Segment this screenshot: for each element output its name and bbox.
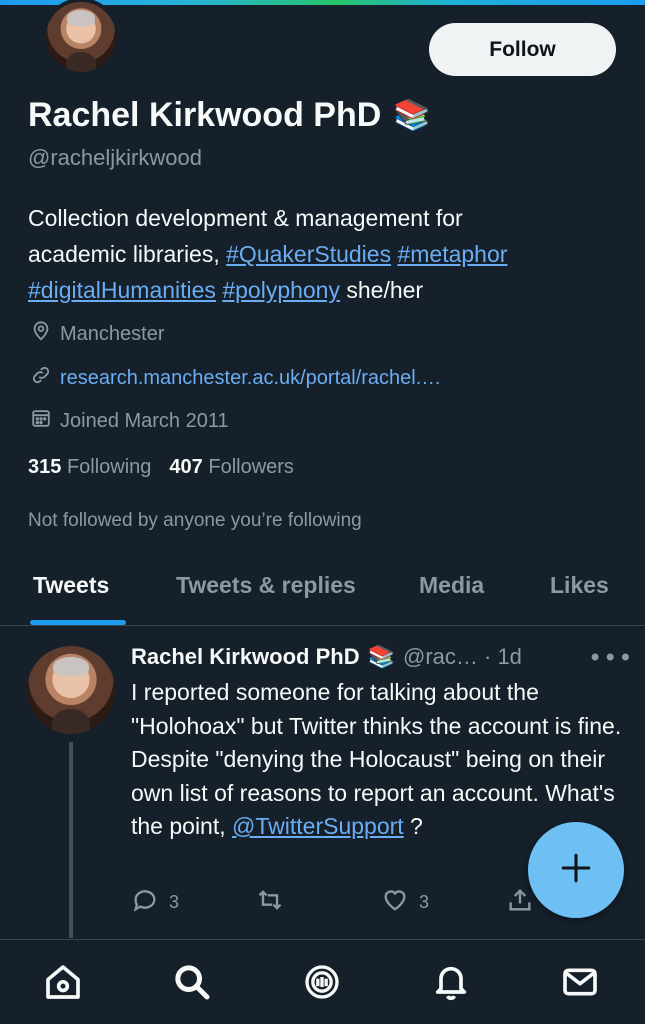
followers-label: Followers [208, 456, 294, 478]
follow-counts: 315 Following 407 Followers [28, 456, 294, 479]
tweet-text: I reported someone for talking about the… [131, 676, 631, 844]
following-count: 315 [28, 456, 62, 478]
follow-button[interactable]: Follow [429, 23, 616, 76]
bio-line-1: Collection development & management for [28, 205, 463, 231]
hashtag-metaphor[interactable]: #metaphor [397, 241, 507, 267]
active-tab-indicator [30, 620, 126, 625]
tweet-avatar[interactable] [27, 646, 115, 734]
reply-icon [131, 886, 159, 919]
share-button[interactable] [506, 886, 534, 919]
messages-icon[interactable] [560, 962, 600, 1002]
map-pin-icon [30, 320, 52, 348]
following-link[interactable]: 315 Following [28, 456, 151, 479]
link-icon [30, 364, 52, 392]
reply-button[interactable]: 3 [131, 886, 179, 919]
like-count: 3 [419, 892, 430, 912]
hashtag-quakerstudies[interactable]: #QuakerStudies [226, 241, 391, 267]
notifications-icon[interactable] [431, 962, 471, 1002]
bio-pronouns: she/her [339, 277, 424, 303]
profile-name: Rachel Kirkwood PhD 📚 [28, 96, 431, 135]
reply-count: 3 [169, 892, 180, 912]
bio-text: academic libraries, [28, 241, 227, 267]
tweet-header: Rachel Kirkwood PhD 📚 @rac… · 1d [131, 644, 522, 670]
tab-tweets[interactable]: Tweets [33, 572, 109, 599]
books-emoji-icon: 📚 [393, 99, 431, 132]
spaces-icon[interactable] [302, 962, 342, 1002]
profile-bio: Collection development & management for … [28, 200, 618, 308]
joined-row: Joined March 2011 [30, 407, 229, 435]
profile-tabs: Tweets Tweets & replies Media Likes [0, 562, 645, 626]
mention-twittersupport[interactable]: @TwitterSupport [232, 813, 404, 839]
plus-icon [559, 851, 593, 889]
tweet-body-end: ? [403, 813, 423, 839]
search-icon[interactable] [172, 962, 212, 1002]
retweet-icon [256, 886, 284, 919]
location-row: Manchester [30, 320, 165, 348]
joined-text: Joined March 2011 [60, 409, 229, 432]
not-followed-note: Not followed by anyone you’re following [28, 510, 362, 531]
like-button[interactable]: 3 [381, 886, 429, 919]
heart-icon [381, 886, 409, 919]
tab-likes[interactable]: Likes [550, 572, 609, 599]
tweet-meta: @rac… · 1d [403, 644, 522, 669]
tab-tweets-replies[interactable]: Tweets & replies [176, 572, 356, 599]
hashtag-digitalhumanities[interactable]: #digitalHumanities [28, 277, 216, 303]
bottom-navigation [0, 939, 645, 1024]
website-link[interactable]: research.manchester.ac.uk/portal/rachel.… [60, 367, 441, 390]
website-row[interactable]: research.manchester.ac.uk/portal/rachel.… [30, 364, 441, 392]
hashtag-polyphony[interactable]: #polyphony [222, 277, 340, 303]
compose-tweet-button[interactable] [528, 822, 624, 918]
tweet-author[interactable]: Rachel Kirkwood PhD [131, 644, 360, 670]
tweet-author-emoji: 📚 [367, 644, 395, 669]
calendar-icon [30, 407, 52, 435]
profile-name-text: Rachel Kirkwood PhD [28, 96, 382, 134]
tab-media[interactable]: Media [419, 572, 484, 599]
following-label: Following [66, 456, 152, 478]
followers-count: 407 [169, 456, 203, 478]
followers-link[interactable]: 407 Followers [169, 456, 294, 479]
home-icon[interactable] [43, 962, 83, 1002]
retweet-button[interactable] [256, 886, 294, 919]
profile-avatar[interactable] [42, 0, 120, 76]
more-options-icon[interactable]: ••• [588, 644, 633, 672]
share-icon [506, 886, 534, 919]
location-text: Manchester [60, 322, 165, 345]
profile-handle: @racheljkirkwood [28, 145, 202, 170]
